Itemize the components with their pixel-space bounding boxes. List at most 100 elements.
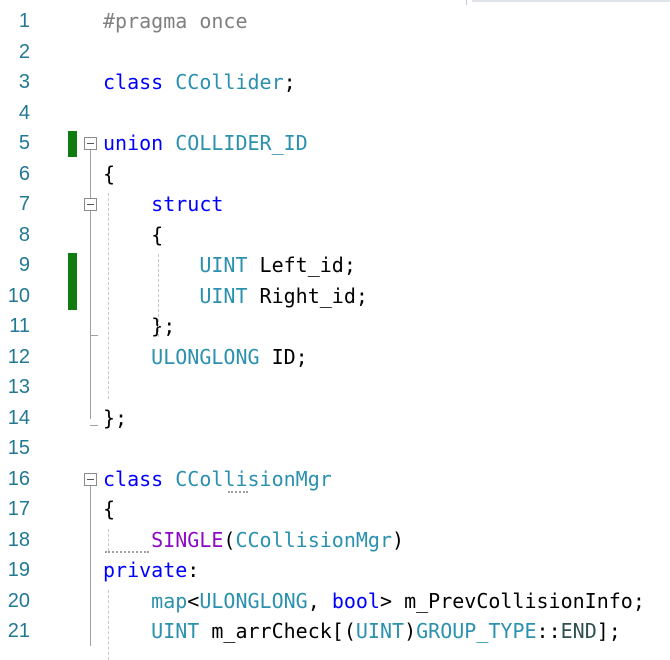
code-line[interactable]: 1 #pragma once bbox=[0, 6, 670, 36]
code-line[interactable]: 11 }; bbox=[0, 311, 670, 341]
code-token: UINT bbox=[199, 253, 248, 277]
code-token: , bbox=[307, 588, 332, 613]
code-token: bool bbox=[331, 588, 380, 613]
code-text[interactable]: union COLLIDER_ID bbox=[103, 128, 308, 158]
code-line[interactable]: 2 bbox=[0, 37, 670, 67]
code-token: ) bbox=[404, 619, 417, 643]
code-text[interactable]: struct bbox=[103, 189, 223, 219]
line-number: 19 bbox=[7, 559, 30, 581]
line-number: 13 bbox=[7, 376, 30, 398]
line-number: 18 bbox=[7, 528, 30, 551]
code-text[interactable]: UINT Right_id; bbox=[103, 281, 368, 311]
code-token: map bbox=[151, 588, 188, 613]
outline-line bbox=[90, 150, 91, 198]
code-text[interactable]: private: bbox=[103, 555, 199, 585]
code-text[interactable]: UINT Left_id; bbox=[103, 250, 356, 280]
hint-dots bbox=[105, 550, 149, 553]
tab-separator bbox=[466, 0, 467, 5]
code-line[interactable]: 3 class CCollider; bbox=[0, 67, 670, 97]
line-number: 10 bbox=[7, 284, 30, 307]
code-token: > m_PrevCollisionInfo; bbox=[379, 588, 645, 613]
change-marker bbox=[68, 131, 77, 157]
code-line[interactable]: 8 { bbox=[0, 220, 670, 250]
outline-line bbox=[90, 211, 91, 419]
line-number: 12 bbox=[7, 345, 30, 368]
change-marker bbox=[68, 253, 77, 310]
code-line[interactable]: 13 bbox=[0, 372, 670, 402]
code-token: class bbox=[103, 466, 164, 491]
code-text[interactable]: { bbox=[103, 159, 115, 189]
line-number: 9 bbox=[18, 254, 30, 276]
line-number: 7 bbox=[18, 193, 30, 215]
code-token: CCollisionMgr bbox=[235, 527, 393, 552]
code-token: ULONGLONG bbox=[199, 588, 308, 613]
line-number: 3 bbox=[18, 71, 30, 93]
indent-guide bbox=[108, 193, 109, 399]
collapse-icon[interactable] bbox=[84, 198, 97, 211]
line-number: 15 bbox=[7, 437, 30, 459]
code-line[interactable]: 12 ULONGLONG ID; bbox=[0, 342, 670, 372]
code-text[interactable]: #pragma once bbox=[103, 6, 248, 36]
code-text[interactable]: }; bbox=[103, 403, 127, 433]
hint-dots bbox=[228, 490, 248, 493]
line-number: 16 bbox=[7, 467, 30, 490]
line-number: 8 bbox=[18, 223, 30, 246]
code-token: CCollisionMgr bbox=[175, 466, 332, 491]
indent-guide bbox=[108, 589, 109, 660]
collapse-icon[interactable] bbox=[84, 137, 97, 150]
code-line[interactable]: 4 bbox=[0, 98, 670, 128]
code-line[interactable]: 14}; bbox=[0, 403, 670, 433]
code-token: Left_id; bbox=[247, 253, 356, 277]
code-text[interactable]: UINT m_arrCheck[(UINT)GROUP_TYPE::END]; bbox=[103, 616, 621, 646]
code-token: CCollider bbox=[175, 70, 284, 94]
line-number: 2 bbox=[18, 40, 30, 63]
code-token: }; bbox=[103, 405, 128, 430]
code-token: { bbox=[103, 161, 116, 186]
line-number: 20 bbox=[7, 589, 30, 612]
code-text[interactable]: }; bbox=[103, 311, 175, 341]
code-text[interactable]: class CCollider; bbox=[103, 67, 296, 97]
outline-line bbox=[90, 485, 91, 646]
outline-end bbox=[90, 335, 98, 336]
code-text[interactable]: ULONGLONG ID; bbox=[103, 342, 308, 372]
code-token: : bbox=[187, 558, 200, 582]
code-token: class bbox=[103, 70, 164, 94]
code-editor[interactable]: 1 #pragma once 2 3 class CCollider; 4 5 union C… bbox=[0, 6, 670, 660]
code-token: struct bbox=[151, 192, 224, 216]
code-text[interactable]: { bbox=[103, 494, 115, 524]
code-line[interactable]: 16 class CCollisionMgr bbox=[0, 464, 670, 494]
code-token: Right_id; bbox=[247, 283, 368, 308]
code-line[interactable]: 5 union COLLIDER_ID bbox=[0, 128, 670, 158]
code-token: ; bbox=[283, 70, 296, 94]
code-token: :: bbox=[536, 619, 561, 643]
code-token: union bbox=[103, 131, 164, 155]
code-line[interactable]: 10 UINT Right_id; bbox=[0, 281, 670, 311]
code-token: SINGLE bbox=[151, 527, 224, 552]
code-token: m_arrCheck[( bbox=[199, 619, 356, 643]
code-token: ( bbox=[223, 527, 236, 552]
code-line[interactable]: 20 map<ULONGLONG, bool> m_PrevCollisionI… bbox=[0, 586, 670, 616]
code-line[interactable]: 6{ bbox=[0, 159, 670, 189]
code-token: private bbox=[103, 558, 188, 582]
code-token: ) bbox=[392, 527, 405, 552]
code-text[interactable]: { bbox=[103, 220, 163, 250]
code-token: UINT bbox=[355, 619, 405, 643]
code-token: GROUP_TYPE bbox=[416, 619, 537, 643]
collapse-icon[interactable] bbox=[84, 472, 97, 486]
code-line[interactable]: 9 UINT Left_id; bbox=[0, 250, 670, 280]
code-line[interactable]: 7 struct bbox=[0, 189, 670, 219]
code-line[interactable]: 15 bbox=[0, 433, 670, 463]
code-text[interactable]: class CCollisionMgr bbox=[103, 464, 332, 494]
code-line[interactable]: 21 UINT m_arrCheck[(UINT)GROUP_TYPE::END… bbox=[0, 616, 670, 646]
code-text[interactable]: map<ULONGLONG, bool> m_PrevCollisionInfo… bbox=[103, 586, 645, 616]
code-line[interactable]: 18 SINGLE(CCollisionMgr) bbox=[0, 525, 670, 555]
line-number: 11 bbox=[9, 315, 30, 337]
line-number: 6 bbox=[18, 162, 30, 185]
code-line[interactable]: 19 private: bbox=[0, 555, 670, 585]
code-line[interactable]: 17 { bbox=[0, 494, 670, 524]
